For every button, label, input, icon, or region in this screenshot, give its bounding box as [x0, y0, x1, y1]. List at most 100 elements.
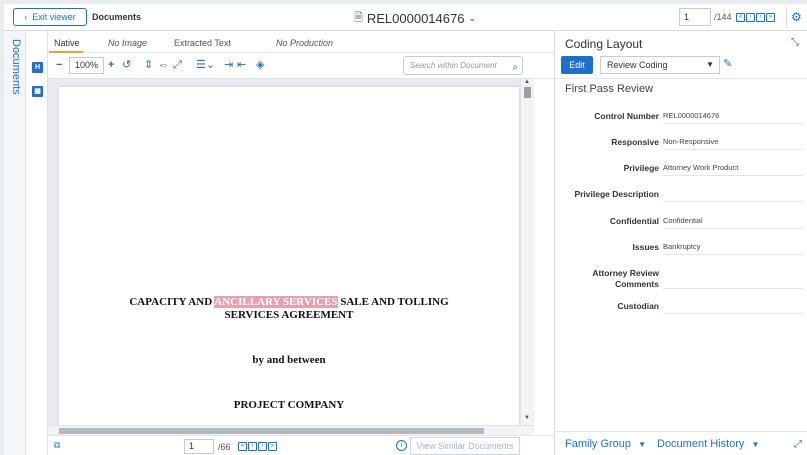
- fit-height-icon[interactable]: ⇕: [144, 59, 153, 71]
- document-heading-line1: CAPACITY AND ANCILLARY SERVICES SALE AND…: [59, 296, 519, 308]
- document-heading-line2: SERVICES AGREEMENT: [224, 309, 354, 321]
- tab-no-image[interactable]: No Image: [108, 38, 147, 48]
- rotate-icon[interactable]: ↺: [122, 59, 131, 71]
- search-icon[interactable]: ⌕: [512, 59, 518, 76]
- chevron-left-icon: ‹: [24, 12, 28, 22]
- field-value-privilege[interactable]: Attorney Work Product: [663, 162, 803, 176]
- zoom-in-icon[interactable]: +: [108, 59, 114, 71]
- field-label-attorney-review-comments: Attorney Review Comments: [592, 268, 659, 289]
- pencil-icon[interactable]: ✎: [723, 57, 732, 70]
- layout-select[interactable]: Review Coding ▼: [600, 56, 720, 74]
- family-group-label: Family Group: [565, 438, 632, 450]
- document-title-text: REL0000014676: [366, 11, 465, 26]
- coding-panel: Coding Layout ⤡ Edit Review Coding ▼ ✎ F…: [554, 31, 807, 455]
- coding-layout-title: Coding Layout: [565, 37, 643, 51]
- scroll-up-icon[interactable]: ▲: [524, 79, 530, 85]
- scroll-down-icon[interactable]: ▼: [524, 415, 530, 421]
- redaction-options-icon[interactable]: ⇤: [237, 59, 246, 71]
- next-page-icon[interactable]: ›: [258, 442, 267, 451]
- view-similar-documents-button[interactable]: View Similar Documents: [410, 437, 520, 455]
- page-mode-icon[interactable]: ☰⌄: [196, 59, 215, 71]
- vertical-scrollbar[interactable]: ▲ ▼: [520, 79, 534, 425]
- exit-viewer-button[interactable]: ‹ Exit viewer: [13, 8, 87, 26]
- viewer-tabs: Native No Image Extracted Text No Produc…: [48, 31, 554, 53]
- first-page-icon[interactable]: «: [238, 442, 247, 451]
- fullscreen-icon[interactable]: ⤢: [173, 59, 182, 71]
- redaction-icon[interactable]: ⇥: [224, 59, 233, 71]
- page-total: /144: [714, 12, 732, 22]
- coding-footer: Family Group ▼ Document History ▼ ⤢: [555, 431, 807, 455]
- horizontal-scroll-thumb[interactable]: [59, 428, 484, 434]
- image-icon[interactable]: ▦: [32, 86, 43, 97]
- zoom-out-icon[interactable]: −: [56, 59, 62, 71]
- zoom-level-input[interactable]: 100%: [69, 57, 104, 74]
- document-line-project-company: PROJECT COMPANY: [233, 399, 345, 411]
- document-viewport[interactable]: CAPACITY AND ANCILLARY SERVICES SALE AND…: [48, 79, 534, 425]
- fit-width-icon[interactable]: ⇔: [158, 59, 169, 71]
- viewer-footer: ⧉ 1 /66 « ‹ › » i View Similar Documents: [48, 435, 554, 455]
- viewer-toolbar: − 100% + ↺ ⇕ ⇔ ⤢ ☰⌄ ⇥ ⇤ ◈ Search within …: [48, 53, 554, 79]
- highlight-icon[interactable]: H: [32, 62, 43, 73]
- heading-text: SALE AND TOLLING: [337, 296, 449, 308]
- field-value-custodian[interactable]: [663, 300, 803, 314]
- thumbnail-icon[interactable]: ⧉: [54, 440, 60, 451]
- chevron-down-icon: ⌄: [468, 13, 476, 23]
- footer-page-total: /66: [218, 442, 231, 452]
- field-label-privilege: Privilege: [623, 163, 659, 173]
- field-value-issues[interactable]: Bankruptcy: [663, 241, 803, 255]
- tab-no-production[interactable]: No Production: [276, 38, 333, 48]
- field-value-confidential[interactable]: Confidential: [663, 215, 803, 229]
- field-value-privilege-description[interactable]: [663, 188, 803, 202]
- horizontal-scrollbar[interactable]: [48, 425, 534, 435]
- tools-rail: H ▦: [26, 31, 48, 455]
- tab-extracted-text[interactable]: Extracted Text: [174, 38, 231, 48]
- document-line-by-and-between: by and between: [252, 354, 326, 366]
- first-page-icon[interactable]: «: [736, 13, 745, 22]
- search-highlight[interactable]: ANCILLARY SERVICES: [214, 296, 338, 308]
- family-group-dropdown[interactable]: Family Group ▼: [565, 438, 646, 450]
- document-history-dropdown[interactable]: Document History ▼: [657, 438, 759, 450]
- document-icon: 🗎: [354, 12, 363, 24]
- field-value-responsive[interactable]: Non-Responsive: [663, 136, 803, 150]
- last-page-icon[interactable]: »: [766, 13, 775, 22]
- viewer-gutter: [534, 79, 554, 435]
- field-label-custodian: Custodian: [617, 301, 659, 311]
- info-icon[interactable]: i: [396, 440, 407, 451]
- search-placeholder: Search within Document: [410, 61, 497, 70]
- section-title: First Pass Review: [565, 83, 654, 95]
- field-label-confidential: Confidential: [609, 216, 659, 226]
- expand-icon[interactable]: ⤢: [794, 439, 802, 450]
- footer-page-input[interactable]: 1: [184, 439, 214, 454]
- documents-rail: Documents: [4, 31, 26, 455]
- tab-native[interactable]: Native: [54, 38, 80, 48]
- collapse-icon[interactable]: ⤡: [791, 37, 799, 48]
- prev-page-icon[interactable]: ‹: [248, 442, 257, 451]
- prev-page-icon[interactable]: ‹: [746, 13, 755, 22]
- layers-icon[interactable]: ◈: [256, 59, 264, 71]
- heading-text: CAPACITY AND: [129, 296, 215, 308]
- document-title[interactable]: 🗎 REL0000014676 ⌄: [354, 9, 476, 28]
- divider: [555, 78, 807, 79]
- next-page-icon[interactable]: ›: [756, 13, 765, 22]
- documents-rail-label[interactable]: Documents: [10, 39, 22, 95]
- breadcrumb[interactable]: Documents: [92, 12, 141, 22]
- field-label-issues: Issues: [632, 242, 659, 252]
- pager-controls: « ‹ › »: [736, 13, 775, 22]
- last-page-icon[interactable]: »: [268, 442, 277, 451]
- document-page: CAPACITY AND ANCILLARY SERVICES SALE AND…: [59, 87, 519, 425]
- layout-select-value: Review Coding: [607, 60, 668, 70]
- chevron-down-icon: ▼: [751, 440, 760, 449]
- footer-pager: « ‹ › »: [238, 442, 277, 451]
- page-number-input[interactable]: 1: [679, 8, 711, 26]
- search-within-document-input[interactable]: Search within Document ⌕: [403, 56, 523, 75]
- document-history-label: Document History: [657, 438, 745, 450]
- caret-down-icon: ▼: [706, 60, 714, 69]
- scroll-thumb[interactable]: [524, 87, 531, 98]
- field-value-control-number[interactable]: REL0000014676: [663, 110, 803, 124]
- edit-button[interactable]: Edit: [561, 56, 593, 74]
- chevron-down-icon: ▼: [638, 440, 647, 449]
- top-bar: ‹ Exit viewer Documents 🗎 REL0000014676 …: [4, 4, 807, 31]
- divider: [786, 7, 787, 27]
- field-value-attorney-review-comments[interactable]: [663, 275, 803, 289]
- gear-icon[interactable]: ⚙: [791, 10, 802, 24]
